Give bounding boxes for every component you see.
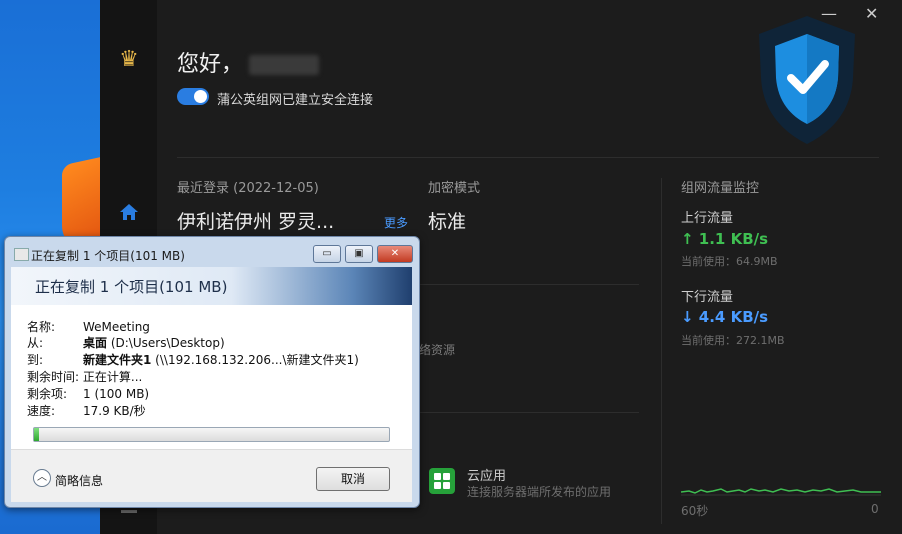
cloud-app-title[interactable]: 云应用 xyxy=(467,465,506,484)
to-link[interactable]: 新建文件夹1 xyxy=(83,353,151,367)
graph-axis-right: 0 xyxy=(871,502,879,516)
copy-dialog-icon xyxy=(14,248,29,261)
crown-icon[interactable]: ♛ xyxy=(117,48,141,72)
items-remaining-row: 剩余项: 1 (100 MB) xyxy=(27,387,150,401)
copy-progress-fill xyxy=(34,428,40,441)
cloud-app-subtitle: 连接服务器端所发布的应用 xyxy=(467,485,612,499)
recent-login-location: 伊利诺伊州 罗灵... xyxy=(177,211,335,233)
download-used: 当前使用：272.1MB xyxy=(681,334,785,347)
copy-dialog-header: 正在复制 1 个项目(101 MB) xyxy=(11,267,412,305)
home-icon[interactable] xyxy=(119,202,139,222)
from-link[interactable]: 桌面 xyxy=(83,336,107,350)
greeting: 您好， xyxy=(177,46,320,78)
upload-speed: ↑ 1.1 KB/s xyxy=(681,230,769,248)
close-button[interactable]: ✕ xyxy=(865,4,878,23)
download-label: 下行流量 xyxy=(681,290,734,305)
divider xyxy=(177,157,879,158)
from-row: 从: 桌面 (D:\Users\Desktop) xyxy=(27,336,225,350)
copy-progress-bar xyxy=(33,427,390,442)
cancel-button[interactable]: 取消 xyxy=(316,467,390,491)
dialog-maximize-button[interactable]: ▣ xyxy=(345,245,373,263)
copy-dialog: 正在复制 1 个项目(101 MB) ▭ ▣ ✕ 正在复制 1 个项目(101 … xyxy=(4,236,420,508)
graph-axis-left: 60秒 xyxy=(681,504,709,518)
dialog-close-button[interactable]: ✕ xyxy=(377,245,413,263)
name-row: 名称: WeMeeting xyxy=(27,320,150,334)
copy-dialog-title: 正在复制 1 个项目(101 MB) xyxy=(31,249,185,263)
copy-dialog-heading: 正在复制 1 个项目(101 MB) xyxy=(35,278,228,296)
network-monitor-title: 组网流量监控 xyxy=(681,181,760,196)
encryption-label: 加密模式 xyxy=(428,181,481,196)
dialog-minimize-button[interactable]: ▭ xyxy=(313,245,341,263)
network-resources-label: 络资源 xyxy=(419,343,456,357)
download-speed: ↓ 4.4 KB/s xyxy=(681,308,769,326)
encryption-value: 标准 xyxy=(428,211,467,233)
greeting-text: 您好， xyxy=(177,52,244,77)
shield-icon xyxy=(759,16,855,144)
upload-label: 上行流量 xyxy=(681,211,734,226)
speed-row: 速度: 17.9 KB/秒 xyxy=(27,404,146,418)
to-row: 到: 新建文件夹1 (\\192.168.132.206...\新建文件夹1) xyxy=(27,353,359,367)
divider xyxy=(419,412,639,413)
more-link[interactable]: 更多 xyxy=(384,214,408,231)
connection-toggle[interactable] xyxy=(177,88,209,105)
time-remaining-row: 剩余时间: 正在计算... xyxy=(27,370,143,384)
traffic-graph xyxy=(681,488,881,496)
connection-status-label: 蒲公英组网已建立安全连接 xyxy=(217,93,374,108)
divider xyxy=(661,178,662,524)
details-toggle-label[interactable]: 简略信息 xyxy=(55,472,103,489)
upload-used: 当前使用：64.9MB xyxy=(681,255,778,268)
menu-icon[interactable] xyxy=(121,510,137,513)
username-blurred xyxy=(249,55,320,75)
divider xyxy=(419,284,639,285)
recent-login-label: 最近登录 (2022-12-05) xyxy=(177,181,319,196)
cloud-app-icon[interactable] xyxy=(429,468,455,494)
chevron-up-icon[interactable]: ︿ xyxy=(33,469,51,487)
